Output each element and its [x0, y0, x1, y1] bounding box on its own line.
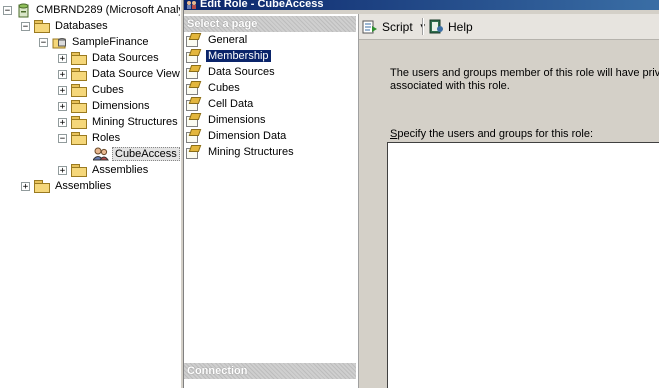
tree-node-roles[interactable]: − Roles	[58, 130, 122, 146]
page-icon	[185, 97, 199, 111]
tree-item-label: Assemblies	[55, 180, 112, 192]
help-label: Help	[448, 19, 473, 34]
page-icon	[185, 33, 199, 47]
page-membership[interactable]: Membership	[185, 48, 271, 63]
page-label: Data Sources	[208, 65, 275, 78]
tree-node-cubes[interactable]: + Cubes	[58, 82, 126, 98]
expand-toggle[interactable]: +	[21, 181, 30, 191]
page-cell-data[interactable]: Cell Data	[185, 96, 255, 111]
collapse-toggle[interactable]: −	[3, 5, 12, 15]
specify-users-label: Specify the users and groups for this ro…	[390, 128, 593, 140]
toolbar-separator	[422, 18, 424, 35]
dialog-title: Edit Role - CubeAccess	[200, 0, 324, 10]
tree-node-assemblies-db[interactable]: + Assemblies	[58, 162, 150, 178]
folder-icon	[71, 100, 87, 113]
script-label: Script	[382, 19, 413, 34]
expand-toggle[interactable]: +	[58, 53, 67, 63]
help-icon	[429, 19, 443, 34]
dialog-titlebar[interactable]: Edit Role - CubeAccess	[184, 0, 659, 10]
server-icon	[18, 3, 29, 17]
role-icon	[187, 1, 196, 9]
page-icon	[185, 49, 199, 63]
tree-item-label: Data Source View	[92, 68, 180, 80]
database-label: SampleFinance	[72, 36, 149, 48]
tree-item-label: Data Sources	[92, 52, 159, 64]
members-list[interactable]	[387, 142, 659, 388]
tree-node-samplefinance[interactable]: − SampleFinance	[39, 34, 150, 50]
tree-node-assemblies[interactable]: + Assemblies	[21, 178, 113, 194]
page-label: Membership	[206, 49, 271, 62]
folder-icon	[34, 180, 50, 193]
tree-item-label: Mining Structures	[92, 116, 178, 128]
server-label: CMBRND289 (Microsoft Analy	[36, 4, 180, 16]
edit-role-dialog: Edit Role - CubeAccess Select a page Gen…	[184, 0, 659, 388]
page-label: Cell Data	[208, 97, 254, 110]
tree-node-data-source-view[interactable]: + Data Source View	[58, 66, 180, 82]
collapse-toggle[interactable]: −	[58, 133, 67, 143]
tree-node-mining-structures[interactable]: + Mining Structures	[58, 114, 180, 130]
tree-item-label: Roles	[92, 132, 121, 144]
page-icon	[185, 129, 199, 143]
page-label: General	[208, 33, 248, 46]
page-label: Cubes	[208, 81, 240, 94]
description-line: associated with this role.	[390, 80, 510, 92]
folder-icon	[71, 84, 87, 97]
page-label: Dimension Data	[208, 129, 287, 142]
connection-header: Connection	[184, 363, 356, 379]
expand-toggle[interactable]: +	[58, 85, 67, 95]
collapse-toggle[interactable]: −	[39, 37, 48, 47]
page-icon	[185, 65, 199, 79]
tree-item-label: Assemblies	[92, 164, 149, 176]
expand-toggle[interactable]: +	[58, 117, 67, 127]
membership-description: The users and groups member of this role…	[390, 67, 659, 93]
page-icon	[185, 145, 199, 159]
folder-icon	[71, 116, 87, 129]
database-icon	[52, 37, 66, 48]
folder-icon	[71, 68, 87, 81]
page-dimension-data[interactable]: Dimension Data	[185, 128, 288, 143]
tree-node-databases[interactable]: − Databases	[21, 18, 110, 34]
page-label: Mining Structures	[208, 145, 294, 158]
tree-item-label: Cubes	[92, 84, 124, 96]
script-icon	[362, 20, 377, 33]
page-data-sources[interactable]: Data Sources	[185, 64, 277, 79]
script-button[interactable]: Script ▼	[362, 18, 427, 35]
tree-node-dimensions[interactable]: + Dimensions	[58, 98, 151, 114]
description-line: The users and groups member of this role…	[390, 67, 659, 79]
object-explorer-tree: − CMBRND289 (Microsoft Analy − Databases…	[0, 0, 180, 388]
tree-item-label: Dimensions	[92, 100, 150, 112]
folder-icon	[71, 164, 87, 177]
tree-node-data-sources[interactable]: + Data Sources	[58, 50, 161, 66]
dialog-toolbar: Script ▼ Help	[359, 14, 659, 40]
folder-icon	[34, 20, 50, 33]
page-icon	[185, 113, 199, 127]
help-button[interactable]: Help	[429, 18, 473, 35]
tree-node-cubeaccess[interactable]: CubeAccess	[93, 146, 180, 162]
folder-icon	[71, 132, 87, 145]
databases-label: Databases	[55, 20, 108, 32]
page-dimensions[interactable]: Dimensions	[185, 112, 267, 127]
membership-panel: Script ▼ Help The users and groups membe…	[359, 14, 659, 388]
page-selector: Select a page General Membership Data So…	[184, 14, 359, 388]
page-cubes[interactable]: Cubes	[185, 80, 242, 95]
page-general[interactable]: General	[185, 32, 249, 47]
page-icon	[185, 81, 199, 95]
select-page-header: Select a page	[184, 16, 356, 32]
expand-toggle[interactable]: +	[58, 101, 67, 111]
expand-toggle[interactable]: +	[58, 165, 67, 175]
role-icon	[93, 147, 109, 161]
tree-node-server[interactable]: − CMBRND289 (Microsoft Analy	[3, 2, 180, 18]
page-mining-structures[interactable]: Mining Structures	[185, 144, 296, 159]
collapse-toggle[interactable]: −	[21, 21, 30, 31]
role-label: CubeAccess	[112, 147, 180, 161]
expand-toggle[interactable]: +	[58, 69, 67, 79]
page-label: Dimensions	[208, 113, 266, 126]
folder-icon	[71, 52, 87, 65]
specify-text: pecify the users and groups for this rol…	[397, 128, 594, 140]
